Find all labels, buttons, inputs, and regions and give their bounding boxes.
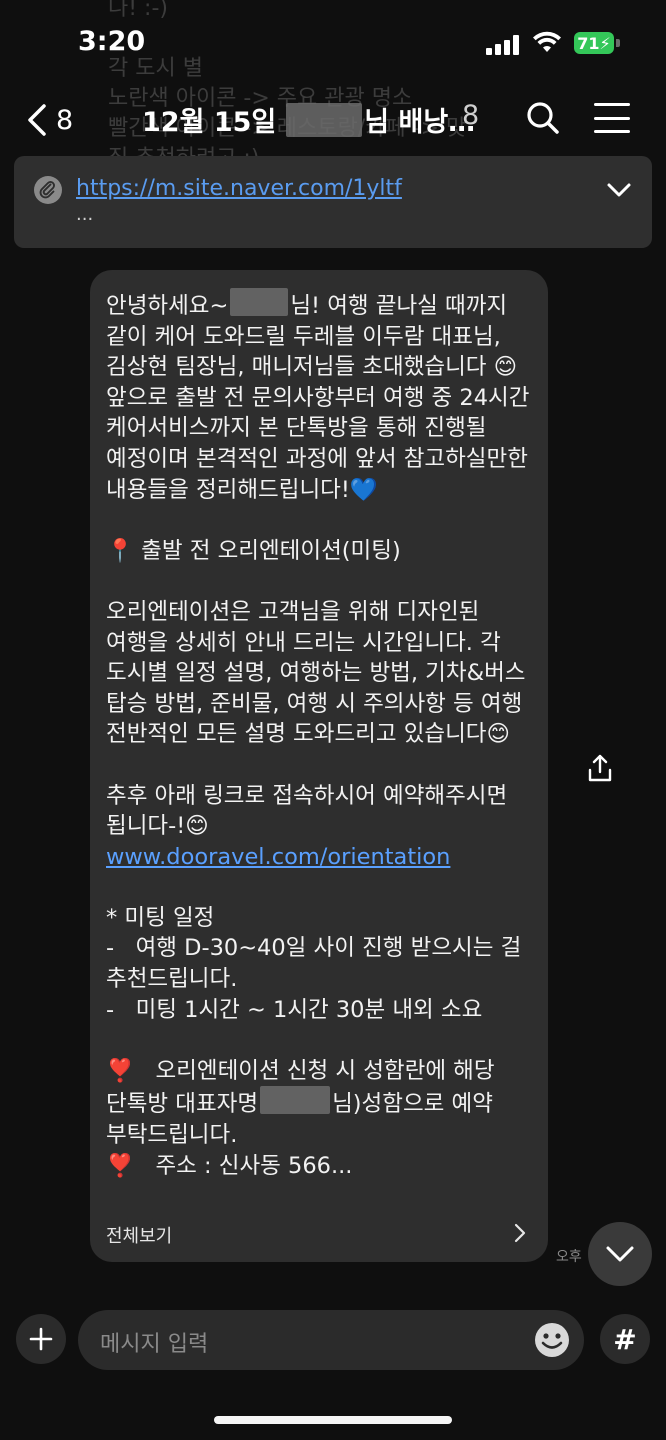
message-line: 오리엔테이션은 고객님을 위해 디자인된 여행을 상세히 안내 드리는 시간입니… <box>106 598 533 748</box>
battery-level: 71 <box>577 33 600 53</box>
member-count: 8 <box>462 100 480 131</box>
notice-ellipsis: ... <box>76 204 94 225</box>
chevron-down-icon <box>606 1246 634 1262</box>
hashtag-button[interactable]: # <box>600 1314 650 1364</box>
status-time: 3:20 <box>78 26 146 57</box>
message-line: - 여행 D-30~40일 사이 진행 받으시는 걸 추천드립니다. <box>106 935 529 993</box>
menu-icon[interactable] <box>594 103 630 133</box>
background-text-2: 각 도시 별 <box>108 56 203 81</box>
notice-link[interactable]: https://m.site.naver.com/1yltf <box>76 176 402 201</box>
message-line: * 미팅 일정 <box>106 904 215 931</box>
redacted-name <box>260 1086 331 1115</box>
view-all-button[interactable]: 전체보기 <box>106 1222 172 1248</box>
emoji-icon[interactable] <box>532 1320 572 1360</box>
message-line: 안녕하세요~ <box>106 293 229 319</box>
cellular-signal-icon <box>486 33 522 55</box>
chevron-left-icon <box>28 104 46 136</box>
message-time: 오후 <box>556 1249 582 1265</box>
chat-title[interactable]: 12월 15일 님 배낭… <box>142 100 475 139</box>
scroll-to-bottom-button[interactable] <box>588 1222 652 1286</box>
battery-tip <box>616 39 620 47</box>
background-text-1: 나! :-) <box>108 0 168 21</box>
wifi-icon <box>533 31 561 52</box>
share-icon[interactable] <box>584 752 616 784</box>
attach-button[interactable] <box>16 1314 66 1364</box>
message-line: 추후 아래 링크로 접속하시어 예약해주시면 됩니다-!😊 <box>106 782 515 840</box>
battery-icon: 71 ⚡ <box>574 32 614 54</box>
back-button[interactable]: 8 <box>26 98 86 142</box>
unread-count: 8 <box>56 104 74 136</box>
title-prefix: 12월 15일 <box>142 107 277 138</box>
message-input-placeholder: 메시지 입력 <box>100 1332 209 1357</box>
message-line: ❣️ 주소 : 신사동 566... <box>106 1152 353 1179</box>
chevron-down-icon[interactable] <box>604 178 634 202</box>
orientation-link[interactable]: www.dooravel.com/orientation <box>106 844 450 870</box>
plus-icon <box>29 1327 53 1351</box>
search-icon[interactable] <box>526 101 560 135</box>
chevron-right-icon[interactable] <box>510 1222 530 1244</box>
redacted-name <box>286 102 363 137</box>
message-line: - 미팅 1시간 ~ 1시간 30분 내외 소요 <box>106 996 483 1023</box>
home-indicator <box>214 1416 452 1424</box>
redacted-name <box>230 288 289 316</box>
message-line: 📍 출발 전 오리엔테이션(미팅) <box>106 537 401 564</box>
message-line: 님! 여행 끝나실 때까지 같이 케어 도와드릴 두레블 이두람 대표님, 김상… <box>106 293 537 503</box>
notice-banner[interactable] <box>14 156 652 248</box>
message-text: 안녕하세요~ 님! 여행 끝나실 때까지 같이 케어 도와드릴 두레블 이두람 대… <box>106 288 536 1181</box>
link-icon <box>34 176 62 204</box>
title-suffix: 님 배낭… <box>364 107 476 138</box>
